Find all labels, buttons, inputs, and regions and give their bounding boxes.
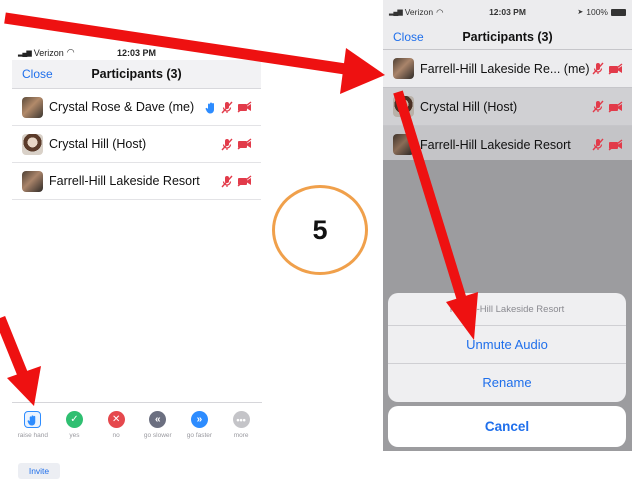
status-bar: ▂▄▆ Verizon ◠ 12:03 PM (12, 45, 261, 60)
participant-row[interactable]: Farrell-Hill Lakeside Resort (383, 126, 632, 164)
more-dots-icon: ••• (232, 411, 250, 428)
step-number-badge: 5 (272, 185, 368, 275)
participant-name: Farrell-Hill Lakeside Re... (me) (420, 61, 590, 76)
video-off-icon (608, 138, 623, 151)
avatar (393, 58, 414, 79)
participants-header: Close Participants (3) (383, 24, 632, 50)
participant-row[interactable]: Farrell-Hill Lakeside Resort (12, 163, 261, 200)
reaction-label: yes (69, 432, 80, 439)
reaction-label: raise hand (17, 432, 48, 439)
go-faster-button[interactable]: » go faster (181, 411, 217, 446)
video-off-icon (237, 175, 252, 187)
participant-row[interactable]: Crystal Hill (Host) (12, 126, 261, 163)
battery-label: 100% (586, 7, 608, 17)
go-slower-button[interactable]: « go slower (140, 411, 176, 446)
double-chevron-left-icon: « (149, 411, 167, 428)
reaction-label: more (233, 432, 249, 439)
yes-button[interactable]: ✓ yes (56, 411, 92, 446)
x-icon: ✕ (107, 411, 125, 428)
participants-header: Close Participants (3) (12, 60, 261, 89)
mic-muted-icon (221, 138, 233, 150)
action-sheet-title: Farrell-Hill Lakeside Resort (388, 293, 626, 326)
participant-name: Farrell-Hill Lakeside Resort (420, 137, 571, 152)
avatar (22, 96, 43, 118)
location-icon: ➤ (577, 9, 584, 16)
right-phone-screen: ▂▄▆ Verizon ◠ 12:03 PM ➤ 100% Close Part… (383, 0, 632, 451)
mic-muted-icon (592, 100, 604, 113)
status-time: 12:03 PM (116, 47, 157, 58)
raise-hand-button[interactable]: raise hand (15, 411, 51, 446)
participant-row[interactable]: Crystal Hill (Host) (383, 88, 632, 126)
no-button[interactable]: ✕ no (98, 411, 134, 446)
close-button[interactable]: Close (393, 30, 424, 44)
more-button[interactable]: ••• more (223, 411, 259, 446)
avatar (22, 170, 43, 192)
rename-button[interactable]: Rename (388, 364, 626, 402)
avatar (393, 134, 414, 155)
video-off-icon (237, 101, 252, 113)
double-chevron-right-icon: » (190, 411, 208, 428)
raise-hand-icon (24, 411, 42, 428)
video-off-icon (608, 62, 623, 75)
participant-name: Crystal Hill (Host) (420, 99, 518, 114)
reaction-bar: raise hand ✓ yes ✕ no « go slower » go f… (12, 402, 262, 446)
mic-muted-icon (221, 101, 233, 113)
video-off-icon (237, 138, 252, 150)
action-sheet: Farrell-Hill Lakeside Resort Unmute Audi… (388, 293, 626, 402)
left-phone-screen: ▂▄▆ Verizon ◠ 12:03 PM Close Participant… (12, 45, 261, 203)
arrow-to-raise-hand (0, 315, 41, 406)
avatar (393, 96, 414, 117)
battery-icon (611, 8, 626, 16)
participant-row[interactable]: Crystal Rose & Dave (me) (12, 89, 261, 126)
cancel-button[interactable]: Cancel (388, 406, 626, 447)
close-button[interactable]: Close (22, 67, 53, 81)
avatar (22, 133, 43, 155)
unmute-audio-button[interactable]: Unmute Audio (388, 326, 626, 364)
participant-name: Farrell-Hill Lakeside Resort (49, 174, 200, 188)
video-off-icon (608, 100, 623, 113)
mic-muted-icon (221, 175, 233, 187)
participant-name: Crystal Hill (Host) (49, 137, 147, 151)
reaction-label: no (112, 432, 120, 439)
reaction-label: go faster (186, 432, 213, 439)
invite-button[interactable]: Invite (18, 463, 60, 479)
participant-row[interactable]: Farrell-Hill Lakeside Re... (me) (383, 50, 632, 88)
status-bar: ▂▄▆ Verizon ◠ 12:03 PM ➤ 100% (383, 0, 632, 24)
check-icon: ✓ (65, 411, 83, 428)
mic-muted-icon (592, 62, 604, 75)
mic-muted-icon (592, 138, 604, 151)
participant-name: Crystal Rose & Dave (me) (49, 100, 195, 114)
raise-hand-icon (205, 102, 214, 113)
reaction-label: go slower (143, 432, 172, 439)
